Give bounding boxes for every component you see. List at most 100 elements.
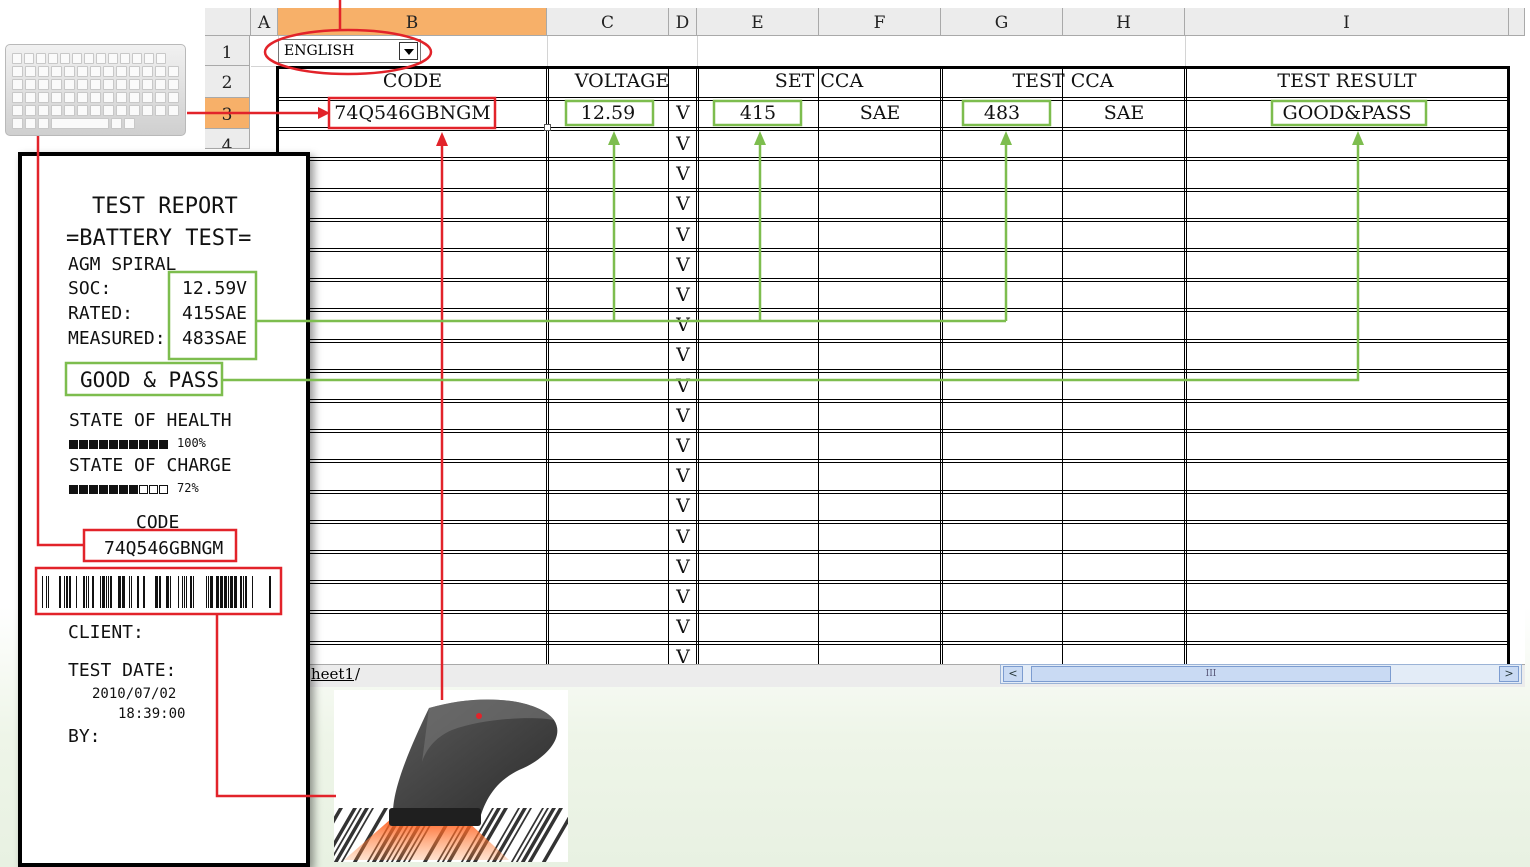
keyboard-key-row <box>12 66 179 77</box>
table-row-line <box>279 432 1507 434</box>
keyboard-key <box>168 92 179 103</box>
table-row-line <box>279 580 1507 582</box>
col-header-d[interactable]: D <box>669 8 697 36</box>
cell-voltage-unit[interactable]: V <box>669 344 697 366</box>
cell-test-cca[interactable]: 483 <box>941 102 1063 124</box>
keyboard-key <box>12 66 23 77</box>
cell-voltage-unit[interactable]: V <box>669 435 697 457</box>
barcode-bar <box>108 576 109 608</box>
cell-voltage-unit[interactable]: V <box>669 193 697 215</box>
barcode-bar <box>184 576 185 608</box>
keyboard-key <box>129 79 140 90</box>
keyboard-key <box>90 66 101 77</box>
select-all-corner[interactable] <box>205 8 251 36</box>
header-code: CODE <box>382 70 443 92</box>
sheet-tab-separator: / <box>355 665 361 683</box>
cell-voltage-unit[interactable]: V <box>669 405 697 427</box>
cell-voltage-unit[interactable]: V <box>669 163 697 185</box>
cell-voltage-unit[interactable]: V <box>669 586 697 608</box>
cell-voltage-unit[interactable]: V <box>669 556 697 578</box>
dropdown-arrow-icon[interactable] <box>399 42 418 60</box>
spreadsheet[interactable]: A B C D E F G H I 1 2 3 4 CODE VOLTAGE S… <box>205 8 1525 684</box>
table-row-line <box>279 160 1507 162</box>
cell-set-unit[interactable]: SAE <box>819 102 941 124</box>
language-dropdown[interactable]: ENGLISH <box>278 39 421 63</box>
table-row-line <box>279 97 1507 98</box>
row-header-2[interactable]: 2 <box>205 66 250 98</box>
table-col-line <box>546 66 547 664</box>
grid-line <box>697 36 698 66</box>
row-header-3[interactable]: 3 <box>205 98 250 129</box>
bar-segment-filled <box>119 484 128 494</box>
scroll-left-button[interactable]: < <box>1003 666 1023 682</box>
barcode-bar <box>59 576 61 608</box>
col-header-next[interactable] <box>1509 8 1525 36</box>
col-header-e[interactable]: E <box>697 8 819 36</box>
cell-voltage-unit[interactable]: V <box>669 284 697 306</box>
keyboard-key <box>142 66 153 77</box>
cell-voltage-unit[interactable]: V <box>669 224 697 246</box>
barcode-bar <box>186 576 187 608</box>
table-row-line <box>279 640 1507 642</box>
bar-segment-filled <box>89 439 98 449</box>
barcode-bar <box>208 576 209 608</box>
scroll-thumb[interactable]: III <box>1031 666 1391 682</box>
horizontal-scrollbar[interactable]: < III > <box>1000 664 1522 684</box>
cell-test-result[interactable]: GOOD&PASS <box>1185 102 1509 124</box>
keyboard-key <box>168 79 179 90</box>
keyboard-key <box>168 66 179 77</box>
bar-segment-filled <box>119 439 128 449</box>
fill-handle[interactable] <box>544 124 551 131</box>
barcode-bar <box>155 576 158 608</box>
cell-code[interactable]: 74Q546GBNGM <box>278 102 547 124</box>
cell-set-cca[interactable]: 415 <box>697 102 819 124</box>
receipt-subtitle: =BATTERY TEST= <box>66 226 252 251</box>
table-col-line <box>1062 66 1063 664</box>
col-header-a[interactable]: A <box>251 8 278 36</box>
cell-voltage-unit[interactable]: V <box>669 526 697 548</box>
col-header-g[interactable]: G <box>941 8 1063 36</box>
barcode-bar <box>178 576 179 608</box>
barcode-bar <box>230 576 233 608</box>
cell-voltage-unit[interactable]: V <box>669 254 697 276</box>
barcode-image <box>42 576 274 608</box>
cell-voltage-unit[interactable]: V <box>669 375 697 397</box>
sheet-tab[interactable]: heet1 <box>311 665 354 683</box>
row-header-1[interactable]: 1 <box>205 36 250 66</box>
keyboard-key-row <box>12 92 179 103</box>
row-header-4[interactable]: 4 <box>205 129 250 149</box>
table-col-line <box>1186 66 1187 664</box>
barcode-bar <box>88 576 89 608</box>
keyboard-key <box>51 118 109 129</box>
cell-voltage[interactable]: 12.59 <box>547 102 669 124</box>
col-header-b[interactable]: B <box>278 8 547 36</box>
keyboard-key <box>90 105 101 116</box>
col-header-i[interactable]: I <box>1185 8 1509 36</box>
scroll-right-button[interactable]: > <box>1499 666 1519 682</box>
keyboard-key <box>38 79 49 90</box>
table-row-line <box>279 248 1507 249</box>
col-header-f[interactable]: F <box>819 8 941 36</box>
cell-voltage-unit[interactable]: V <box>669 314 697 336</box>
col-header-h[interactable]: H <box>1063 8 1185 36</box>
cell-voltage-unit[interactable]: V <box>669 133 697 155</box>
receipt-health-pct: 100% <box>177 436 206 450</box>
cell-voltage-unit[interactable]: V <box>669 616 697 638</box>
bar-segment-filled <box>129 484 138 494</box>
table-row-line <box>279 217 1507 219</box>
barcode-bar <box>220 576 223 608</box>
receipt-charge-bar: 72% <box>69 481 199 495</box>
cell-test-unit[interactable]: SAE <box>1063 102 1185 124</box>
bar-segment-filled <box>99 439 108 449</box>
keyboard-key <box>84 53 94 64</box>
barcode-bar <box>102 576 105 608</box>
table-row-line <box>279 429 1507 431</box>
keyboard-key <box>90 79 101 90</box>
barcode-bar <box>243 576 244 608</box>
cell-voltage-unit[interactable]: V <box>669 495 697 517</box>
table-col-line <box>818 66 819 664</box>
cell-voltage-unit[interactable]: V <box>669 102 697 124</box>
col-header-c[interactable]: C <box>547 8 669 36</box>
cell-voltage-unit[interactable]: V <box>669 465 697 487</box>
keyboard-key <box>60 53 70 64</box>
